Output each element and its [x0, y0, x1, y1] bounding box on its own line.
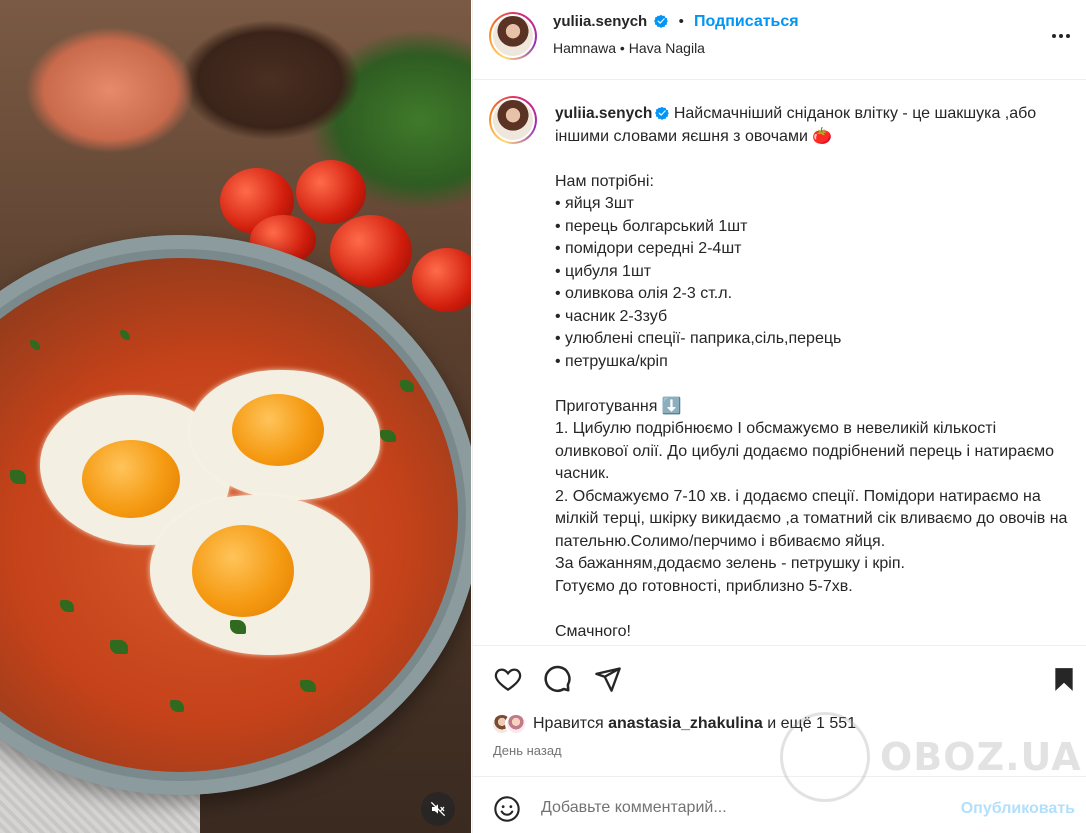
more-options-icon: [1052, 34, 1070, 38]
post-timestamp[interactable]: День назад: [493, 743, 562, 758]
parsley: [400, 380, 414, 392]
separator-dot: •: [678, 13, 684, 30]
mute-icon: [430, 801, 446, 817]
tomato: [296, 160, 366, 224]
author-avatar[interactable]: [489, 12, 537, 60]
post-header: yuliia.senych • Подписаться Hamnawa • Ha…: [473, 0, 1086, 80]
mute-button[interactable]: [421, 792, 455, 826]
parsley: [110, 640, 128, 654]
comment-icon: [544, 665, 571, 692]
share-button[interactable]: [591, 662, 625, 696]
comment-input[interactable]: [541, 799, 901, 817]
post-comment-button[interactable]: Опубликовать: [961, 800, 1075, 818]
caption-author-avatar[interactable]: [489, 96, 537, 144]
follow-button[interactable]: Подписаться: [694, 13, 799, 30]
tomato: [330, 215, 412, 287]
caption-text: yuliia.senych Найсмачніший сніданок вліт…: [555, 103, 1070, 643]
emoji-button[interactable]: [490, 792, 524, 826]
comment-button[interactable]: [540, 662, 574, 696]
audio-label[interactable]: Hamnawa • Hava Nagila: [553, 40, 705, 56]
save-button[interactable]: [1047, 662, 1081, 696]
likes-count[interactable]: и ещё 1 551: [767, 715, 856, 732]
parsley: [170, 700, 184, 712]
caption-body: Найсмачніший сніданок влітку - це шакшук…: [555, 105, 1068, 640]
verified-badge-icon: [655, 106, 670, 120]
share-icon: [595, 667, 621, 692]
header-line: yuliia.senych • Подписаться: [553, 13, 799, 31]
egg-yolk: [82, 440, 180, 518]
liker-username[interactable]: anastasia_zhakulina: [608, 715, 763, 732]
parsley: [380, 430, 396, 442]
more-options-button[interactable]: [1049, 24, 1073, 48]
emoji-icon: [494, 796, 520, 822]
action-section: Нравится anastasia_zhakulina и ещё 1 551…: [473, 645, 1086, 830]
likes-summary: Нравится anastasia_zhakulina и ещё 1 551: [491, 713, 856, 735]
caption-area: yuliia.senych Найсмачніший сніданок вліт…: [473, 80, 1086, 645]
bookmark-icon: [1055, 668, 1073, 691]
post-media[interactable]: [0, 0, 471, 833]
likes-text: Нравится anastasia_zhakulina и ещё 1 551: [533, 715, 856, 733]
post-panel: yuliia.senych • Подписаться Hamnawa • Ha…: [472, 0, 1086, 833]
caption-username[interactable]: yuliia.senych: [555, 105, 652, 122]
parsley: [60, 600, 74, 612]
verified-badge-icon: [654, 14, 669, 28]
likes-prefix: Нравится: [533, 715, 604, 732]
liker-avatar[interactable]: [505, 713, 527, 735]
egg-yolk: [232, 394, 324, 466]
author-username[interactable]: yuliia.senych: [553, 13, 647, 30]
heart-icon: [494, 668, 522, 691]
parsley: [300, 680, 316, 692]
parsley: [10, 470, 26, 484]
like-button[interactable]: [491, 662, 525, 696]
parsley: [230, 620, 246, 634]
egg-yolk: [192, 525, 294, 617]
